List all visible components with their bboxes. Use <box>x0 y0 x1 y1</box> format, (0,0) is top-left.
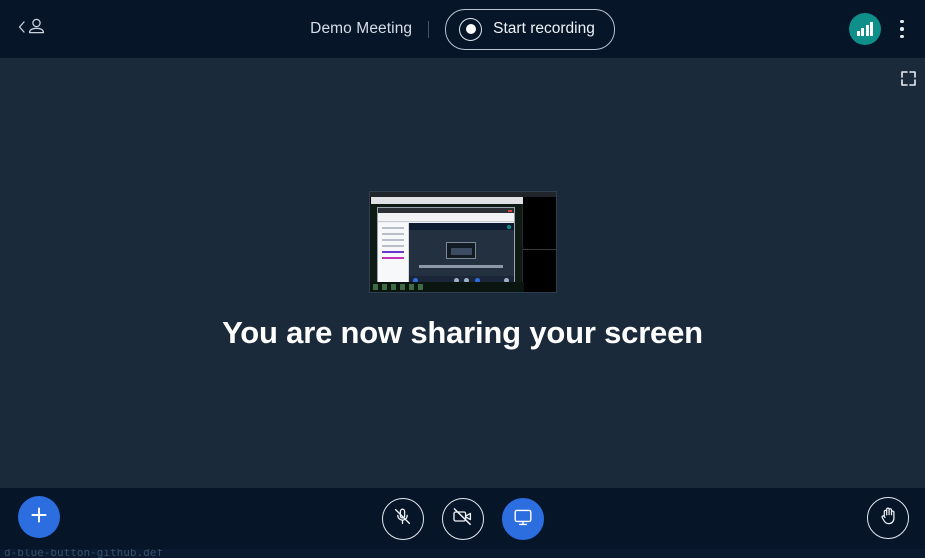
thumb-meeting-header <box>409 223 514 230</box>
sharing-headline: You are now sharing your screen <box>222 315 703 351</box>
signal-bars-icon <box>857 22 874 36</box>
kebab-menu-icon <box>900 20 904 24</box>
meeting-app: Demo Meeting Start recording <box>0 0 925 558</box>
plus-icon <box>29 505 49 530</box>
clipped-bottom-text-strip: d-blue-button-github.def <box>0 549 925 558</box>
app-header: Demo Meeting Start recording <box>0 0 925 58</box>
microphone-toggle-button[interactable] <box>382 498 424 540</box>
camera-off-icon <box>451 505 474 533</box>
header-left-group <box>10 0 54 58</box>
participants-button[interactable] <box>18 17 46 41</box>
thumb-nested-caption <box>419 265 503 268</box>
more-options-button[interactable] <box>887 9 917 49</box>
connection-quality-button[interactable] <box>849 13 881 45</box>
control-bar <box>0 488 925 558</box>
thumb-meeting-content <box>409 223 514 285</box>
microphone-muted-icon <box>392 506 413 532</box>
thumb-sidebar <box>378 223 409 285</box>
clipped-filename-text: d-blue-button-github.def <box>4 549 163 558</box>
thumb-nested-thumbnail <box>446 242 476 259</box>
header-right-group <box>849 0 917 58</box>
record-dot-icon <box>459 18 482 41</box>
header-center-group: Demo Meeting Start recording <box>0 0 925 58</box>
thumb-right-panel-top <box>522 204 556 247</box>
thumb-browser-window <box>377 207 515 285</box>
screen-share-button[interactable] <box>502 498 544 540</box>
person-back-icon <box>27 17 46 41</box>
start-recording-label: Start recording <box>493 21 595 37</box>
thumb-browser-toolbar <box>378 213 514 222</box>
meeting-title: Demo Meeting <box>310 20 412 38</box>
header-divider <box>428 21 429 38</box>
raise-hand-icon <box>878 505 899 531</box>
start-recording-button[interactable]: Start recording <box>445 9 615 50</box>
thumb-right-panel-bottom <box>522 249 556 293</box>
center-controls-group <box>0 488 925 550</box>
thumb-tabstrip <box>371 197 523 204</box>
camera-toggle-button[interactable] <box>442 498 484 540</box>
shared-screen-thumbnail[interactable] <box>369 191 557 293</box>
raise-hand-button[interactable] <box>867 497 909 539</box>
share-preview-container: You are now sharing your screen <box>0 58 925 488</box>
monitor-icon <box>512 506 534 533</box>
add-participant-button[interactable] <box>18 496 60 538</box>
chevron-left-icon <box>18 20 25 38</box>
thumb-taskbar <box>370 282 524 292</box>
video-stage: You are now sharing your screen <box>0 58 925 488</box>
